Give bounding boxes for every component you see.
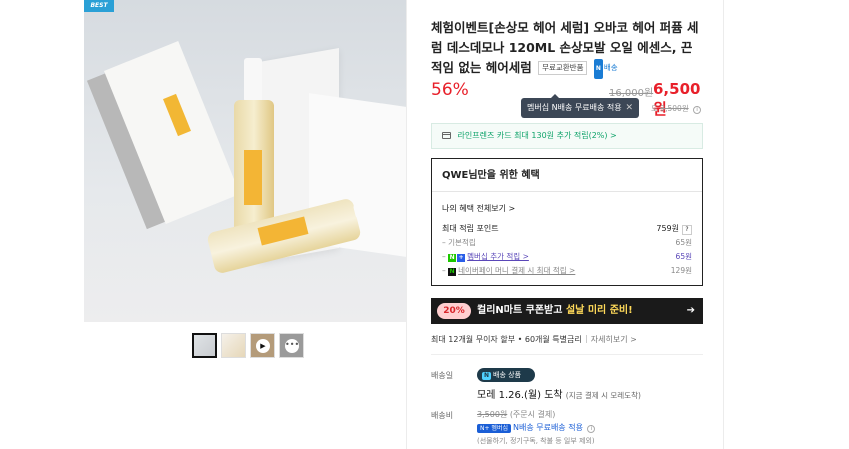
benefit-value: 129원 xyxy=(670,266,692,275)
plus-icon: + xyxy=(457,254,466,262)
benefit-row-basic: – 기본적립 65원 xyxy=(432,236,702,250)
card-benefit-banner[interactable]: 라인프렌즈 카드 최대 130원 추가 적립(2%) > xyxy=(431,123,703,149)
arrival-text: 모레 1.26.(월) 도착 xyxy=(477,390,563,401)
n-delivery-icon: N xyxy=(482,372,492,380)
shipping-fee-label: 배송비 xyxy=(431,411,454,420)
n-delivery-tag: N 배송 xyxy=(593,58,618,79)
membership-extra-link[interactable]: 멤버십 추가 적립 > xyxy=(467,252,529,261)
help-icon[interactable]: ? xyxy=(682,225,692,235)
promo-banner[interactable]: 20% 컬리N마트 쿠폰받고 설날 미리 준비! ➔ xyxy=(431,298,703,324)
max-point-value-wrap: 759원? xyxy=(656,222,692,236)
promo-text-b: 설날 미리 준비! xyxy=(565,305,633,316)
membership-shipping-text: N배송 무료배송 적용 xyxy=(512,423,583,432)
arrow-right-icon: ➔ xyxy=(686,305,695,316)
info-icon[interactable]: i xyxy=(587,425,596,433)
discount-rate: 56% xyxy=(431,80,469,100)
arrival-date: 모레 1.26.(월) 도착 (지금 결제 시 모레도착) xyxy=(477,386,641,401)
bottle-label xyxy=(244,150,262,205)
benefit-label: – N 네이버페이 머니 결제 시 최대 적립 > xyxy=(442,266,576,276)
installment-details-link[interactable]: 자세히보기 > xyxy=(591,335,637,344)
shipping-fee-strike: 도 3,500원 i xyxy=(651,103,702,114)
benefit-box: QWE님만을 위한 혜택 나의 혜택 전체보기 > 최대 적립 포인트 759원… xyxy=(431,158,703,286)
thumbnail-strip: ▶ ••• xyxy=(192,333,304,358)
shipping-exclusion-note: (선물하기, 정기구독, 착불 등 일부 제외) xyxy=(477,437,595,445)
benefit-label: – 기본적립 xyxy=(442,238,476,247)
max-point-value: 759원 xyxy=(656,224,679,233)
product-title: 체험이벤트[손상모 헤어 세럼] 오바코 헤어 퍼퓸 세럼 데스데모나 120M… xyxy=(431,18,703,79)
max-point-label: 최대 적립 포인트 xyxy=(442,224,499,233)
view-all-benefits-link[interactable]: 나의 혜택 전체보기 > xyxy=(432,192,702,222)
n-icon: N xyxy=(448,254,457,262)
close-icon[interactable]: ✕ xyxy=(625,98,633,118)
n-delivery-icon: N xyxy=(593,59,603,79)
free-exchange-tag: 무료교환반품 xyxy=(538,61,588,75)
delivery-product-pill: N 배송 상품 xyxy=(477,368,535,382)
benefit-row-membership: – N + 멤버십 추가 적립 > 65원 xyxy=(432,250,702,264)
benefit-header: QWE님만을 위한 혜택 xyxy=(432,159,702,192)
bottle-pump xyxy=(244,58,262,102)
max-point-row: 최대 적립 포인트 759원? xyxy=(432,222,702,236)
best-badge: BEST xyxy=(84,0,114,12)
thumbnail-video[interactable]: ▶ xyxy=(250,333,275,358)
benefit-value: 65원 xyxy=(675,238,692,247)
shipping-fee-strike-value: 3,500원 xyxy=(477,410,508,419)
delivery-pill-label: 배송 상품 xyxy=(493,371,522,379)
n-membership-badge: N+ 멤버십 xyxy=(477,424,511,433)
thumbnail-more[interactable]: ••• xyxy=(279,333,304,358)
npay-icon: N xyxy=(448,268,457,276)
shipping-fee-old: 3,500원 xyxy=(660,104,689,113)
column-divider xyxy=(406,0,407,449)
product-gallery: BEST ▶ ••• xyxy=(84,0,406,449)
benefit-label: – N + 멤버십 추가 적립 > xyxy=(442,252,529,262)
n-delivery-label: 배송 xyxy=(603,63,618,72)
tooltip-text: 멤버십 N배송 무료배송 적용 xyxy=(527,103,622,112)
section-divider xyxy=(431,354,703,355)
thumbnail-1[interactable] xyxy=(192,333,217,358)
more-icon: ••• xyxy=(285,339,299,353)
npay-money-link[interactable]: 네이버페이 머니 결제 시 최대 적립 > xyxy=(458,266,575,275)
original-price: 16,000원 xyxy=(609,88,654,99)
installment-info: 최대 12개월 무이자 할부 • 60개월 특별금리 자세히보기 > xyxy=(431,334,637,345)
arrival-note: (지금 결제 시 모레도착) xyxy=(565,391,641,400)
separator xyxy=(585,335,587,343)
benefit-row-npay: – N 네이버페이 머니 결제 시 최대 적립 > 129원 xyxy=(432,264,702,278)
membership-tooltip: 멤버십 N배송 무료배송 적용 ✕ xyxy=(521,94,639,118)
benefit-value: 65원 xyxy=(675,252,692,261)
shipping-prefix: 도 xyxy=(651,104,658,113)
installment-text: 최대 12개월 무이자 할부 • 60개월 특별금리 xyxy=(431,335,582,344)
delivery-date-label: 배송일 xyxy=(431,371,454,380)
thumbnail-2[interactable] xyxy=(221,333,246,358)
membership-free-shipping: N+ 멤버십 N배송 무료배송 적용 i xyxy=(477,422,596,433)
shipping-fee: 3,500원 (주문시 결제) xyxy=(477,409,555,420)
info-icon[interactable]: i xyxy=(693,106,702,114)
main-product-image[interactable]: BEST xyxy=(84,0,406,322)
play-icon: ▶ xyxy=(256,339,270,353)
card-benefit-text: 라인프렌즈 카드 최대 130원 추가 적립(2%) > xyxy=(457,131,617,140)
promo-text-a: 컬리N마트 쿠폰받고 xyxy=(477,305,566,316)
credit-card-icon xyxy=(442,132,451,139)
shipping-fee-note: (주문시 결제) xyxy=(509,410,556,419)
right-divider xyxy=(723,0,724,449)
promo-percent-badge: 20% xyxy=(437,303,471,319)
